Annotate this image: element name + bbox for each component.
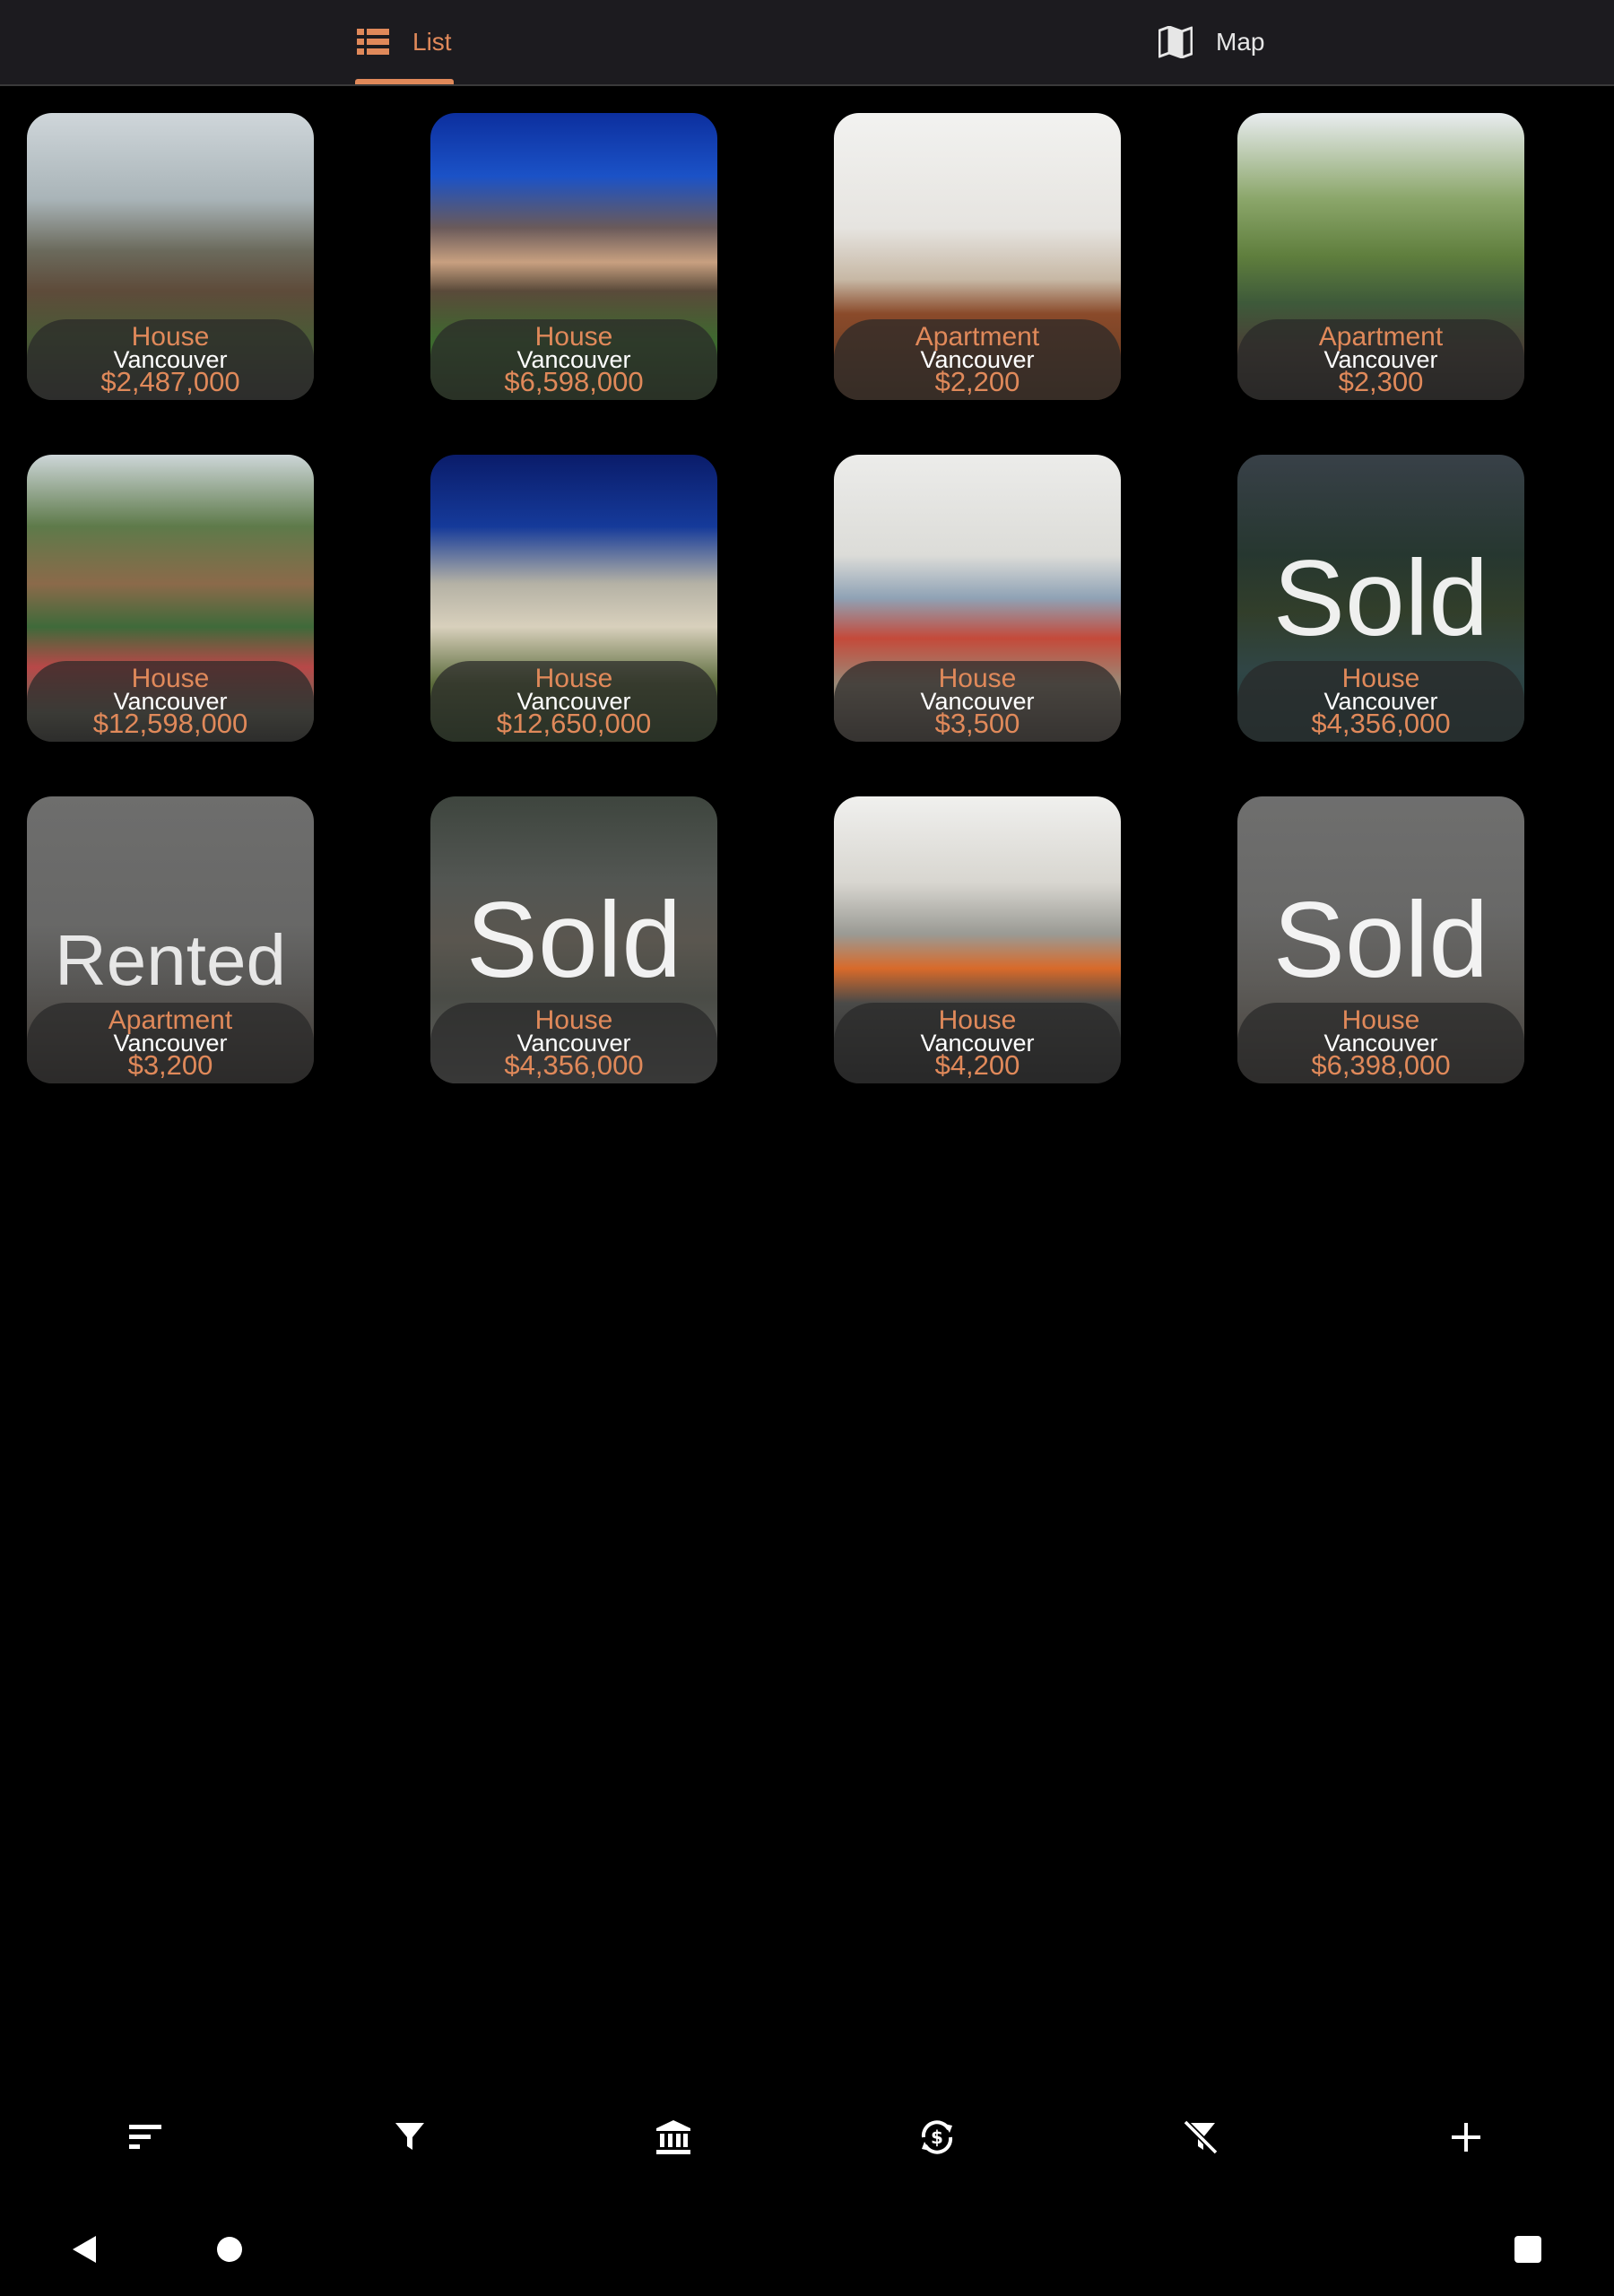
listing-info: House Vancouver $3,500 — [834, 661, 1121, 742]
listing-card[interactable]: House Vancouver $2,487,000 — [27, 113, 314, 400]
system-navigation-bar — [0, 2206, 1614, 2296]
tab-list[interactable]: List — [357, 0, 452, 84]
listing-info: House Vancouver $12,650,000 — [430, 661, 717, 742]
listing-card[interactable]: House Vancouver $12,650,000 — [430, 455, 717, 742]
back-icon — [71, 2235, 98, 2268]
listing-card[interactable]: Apartment Vancouver $2,200 — [834, 113, 1121, 400]
tab-list-label: List — [412, 28, 452, 56]
listing-card[interactable]: House Vancouver $6,598,000 — [430, 113, 717, 400]
listing-info: House Vancouver $6,398,000 — [1237, 1003, 1524, 1083]
sort-icon — [129, 2124, 163, 2154]
listing-price: $6,598,000 — [504, 366, 644, 397]
tab-selected-indicator — [355, 79, 454, 84]
listing-info: House Vancouver $4,356,000 — [430, 1003, 717, 1083]
tab-bar: List Map — [0, 0, 1614, 86]
listing-status: Sold — [465, 880, 682, 1000]
listing-price: $3,500 — [934, 708, 1020, 739]
listing-price: $2,300 — [1338, 366, 1424, 397]
recents-button[interactable] — [1508, 2231, 1548, 2271]
home-button[interactable] — [210, 2231, 249, 2271]
svg-text:$: $ — [931, 2126, 943, 2148]
tab-map[interactable]: Map — [1158, 0, 1264, 84]
listing-info: House Vancouver $2,487,000 — [27, 319, 314, 400]
listing-info: House Vancouver $12,598,000 — [27, 661, 314, 742]
listing-status: Sold — [1272, 880, 1489, 1000]
add-icon — [1452, 2122, 1480, 2156]
list-icon — [357, 29, 389, 56]
listing-card[interactable]: Apartment Vancouver $2,300 — [1237, 113, 1524, 400]
listing-info: Apartment Vancouver $3,200 — [27, 1003, 314, 1083]
listing-price: $12,598,000 — [92, 708, 248, 739]
currency-exchange-icon: $ — [916, 2117, 958, 2162]
listing-card[interactable]: Sold House Vancouver $6,398,000 — [1237, 796, 1524, 1083]
listing-info: Apartment Vancouver $2,200 — [834, 319, 1121, 400]
listing-price: $4,356,000 — [504, 1049, 644, 1081]
back-button[interactable] — [65, 2231, 104, 2271]
listing-card[interactable]: Rented Apartment Vancouver $3,200 — [27, 796, 314, 1083]
recents-icon — [1514, 2235, 1541, 2267]
listing-info: House Vancouver $4,200 — [834, 1003, 1121, 1083]
listing-price: $6,398,000 — [1311, 1049, 1451, 1081]
filter-icon — [395, 2122, 425, 2157]
listing-status: Sold — [1272, 538, 1489, 658]
clear-filter-button[interactable] — [1178, 2117, 1223, 2161]
currency-exchange-button[interactable]: $ — [915, 2117, 959, 2161]
listing-info: House Vancouver $6,598,000 — [430, 319, 717, 400]
tab-map-label: Map — [1216, 28, 1265, 56]
filter-button[interactable] — [387, 2117, 432, 2161]
listing-status: Rented — [55, 920, 286, 1000]
bank-icon — [655, 2119, 691, 2160]
listing-card[interactable]: House Vancouver $3,500 — [834, 455, 1121, 742]
listing-card[interactable]: House Vancouver $12,598,000 — [27, 455, 314, 742]
bottom-toolbar: $ — [0, 2099, 1614, 2179]
listing-price: $3,200 — [127, 1049, 213, 1081]
listing-price: $2,487,000 — [100, 366, 240, 397]
map-icon — [1158, 26, 1193, 58]
listing-card[interactable]: Sold House Vancouver $4,356,000 — [430, 796, 717, 1083]
home-icon — [216, 2236, 243, 2267]
clear-filter-icon — [1183, 2119, 1219, 2160]
listing-info: Apartment Vancouver $2,300 — [1237, 319, 1524, 400]
listing-price: $2,200 — [934, 366, 1020, 397]
sort-button[interactable] — [124, 2117, 169, 2161]
add-listing-button[interactable] — [1444, 2117, 1488, 2161]
listing-card[interactable]: Sold House Vancouver $4,356,000 — [1237, 455, 1524, 742]
listing-card[interactable]: House Vancouver $4,200 — [834, 796, 1121, 1083]
listing-price: $4,200 — [934, 1049, 1020, 1081]
listing-price: $12,650,000 — [496, 708, 652, 739]
listing-info: House Vancouver $4,356,000 — [1237, 661, 1524, 742]
listing-price: $4,356,000 — [1311, 708, 1451, 739]
bank-button[interactable] — [651, 2117, 696, 2161]
